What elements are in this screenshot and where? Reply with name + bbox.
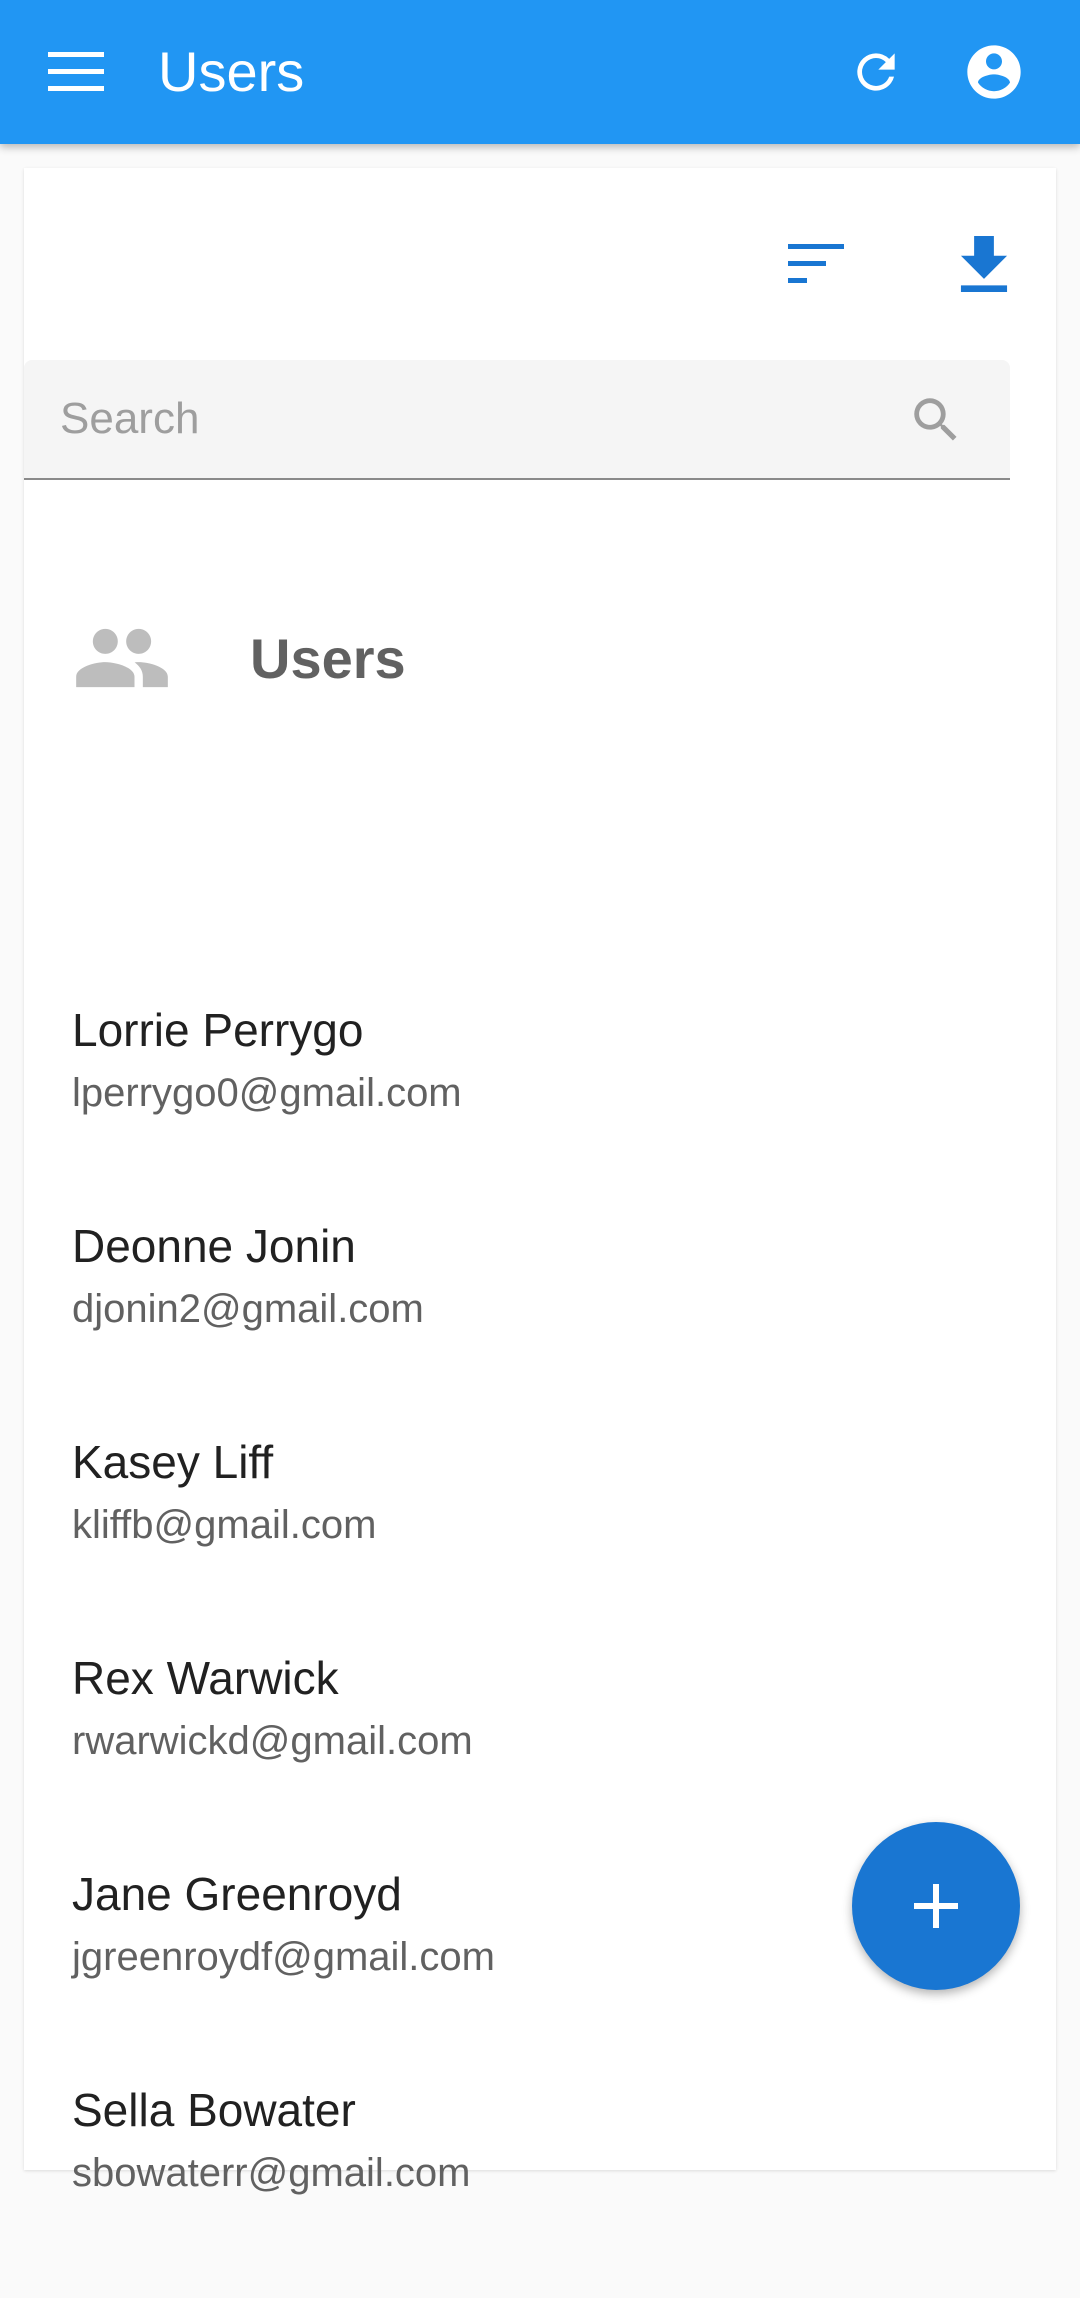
search-icon [914, 398, 957, 441]
list-item[interactable]: Deonne Jonin djonin2@gmail.com [24, 1218, 1056, 1434]
sort-button[interactable] [780, 228, 852, 300]
menu-icon [48, 52, 104, 91]
users-section-header: Users [72, 598, 972, 718]
download-button[interactable] [948, 228, 1020, 300]
search-input[interactable] [60, 388, 880, 450]
user-email: djonin2@gmail.com [72, 1287, 424, 1331]
search-button[interactable] [904, 388, 968, 452]
user-email: rwarwickd@gmail.com [72, 1719, 473, 1763]
account-button[interactable] [958, 36, 1030, 108]
refresh-icon [857, 53, 895, 91]
add-icon [914, 1884, 958, 1928]
list-item[interactable]: Kasey Liff kliffb@gmail.com [24, 1434, 1056, 1650]
refresh-button[interactable] [840, 36, 912, 108]
user-name: Sella Bowater [72, 2084, 356, 2136]
account-circle-icon [967, 45, 1021, 99]
app-bar: Users [0, 0, 1080, 144]
section-title: Users [250, 627, 406, 690]
user-name: Jane Greenroyd [72, 1868, 402, 1920]
user-email: sbowaterr@gmail.com [72, 2151, 471, 2195]
add-user-button[interactable] [852, 1822, 1020, 1990]
group-icon [76, 628, 168, 688]
sort-icon [788, 244, 844, 283]
user-name: Deonne Jonin [72, 1220, 356, 1272]
user-name: Rex Warwick [72, 1652, 339, 1704]
search-field[interactable] [24, 360, 1010, 480]
user-name: Lorrie Perrygo [72, 1004, 364, 1056]
user-list: Lorrie Perrygo lperrygo0@gmail.com Deonn… [24, 1002, 1056, 2298]
download-icon [960, 236, 1008, 292]
list-item[interactable]: Sella Bowater sbowaterr@gmail.com [24, 2082, 1056, 2298]
user-email: lperrygo0@gmail.com [72, 1071, 462, 1115]
app-bar-title: Users [158, 40, 305, 103]
user-name: Kasey Liff [72, 1436, 274, 1488]
user-email: jgreenroydf@gmail.com [72, 1935, 495, 1979]
menu-button[interactable] [40, 36, 112, 108]
user-email: kliffb@gmail.com [72, 1503, 377, 1547]
list-item[interactable]: Lorrie Perrygo lperrygo0@gmail.com [24, 1002, 1056, 1218]
